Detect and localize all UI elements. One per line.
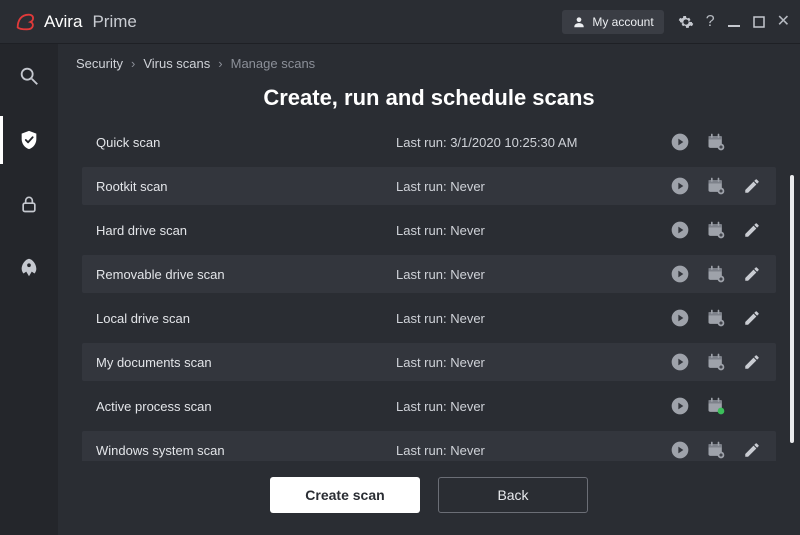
play-icon[interactable] [670,176,690,196]
scan-row[interactable]: Hard drive scanLast run: Never [82,211,776,249]
scan-actions [670,396,762,416]
scan-actions [670,220,762,240]
chevron-right-icon: › [218,56,222,71]
edit-icon[interactable] [742,352,762,372]
scan-row[interactable]: Removable drive scanLast run: Never [82,255,776,293]
calendar-add-icon[interactable] [706,308,726,328]
breadcrumb: Security › Virus scans › Manage scans [58,44,800,79]
scan-actions [670,264,762,284]
brand-name: Avira [44,12,82,32]
user-icon [572,15,586,29]
close-icon[interactable]: ✕ [777,14,790,30]
play-icon[interactable] [670,132,690,152]
calendar-add-icon[interactable] [706,220,726,240]
gear-icon[interactable] [678,14,694,30]
scan-actions [670,132,762,152]
scan-name: Local drive scan [96,311,396,326]
scan-actions [670,308,762,328]
maximize-icon[interactable] [753,16,765,28]
play-icon[interactable] [670,396,690,416]
scan-last-run: Last run: Never [396,267,670,282]
sidebar-item-security[interactable] [0,122,58,158]
scan-last-run: Last run: Never [396,399,670,414]
play-icon[interactable] [670,220,690,240]
scan-name: Windows system scan [96,443,396,458]
breadcrumb-virus-scans[interactable]: Virus scans [143,56,210,71]
scan-actions [670,176,762,196]
scan-name: Hard drive scan [96,223,396,238]
play-icon[interactable] [670,352,690,372]
scan-last-run: Last run: Never [396,179,670,194]
edit-icon[interactable] [742,264,762,284]
help-icon[interactable]: ? [706,14,715,30]
scan-name: Active process scan [96,399,396,414]
scan-name: My documents scan [96,355,396,370]
brand: Avira Prime [14,11,137,33]
scan-row[interactable]: My documents scanLast run: Never [82,343,776,381]
shield-check-icon [18,129,40,151]
chevron-right-icon: › [131,56,135,71]
calendar-active-icon[interactable] [706,396,726,416]
breadcrumb-security[interactable]: Security [76,56,123,71]
lock-icon [19,194,39,214]
window-controls: ? ✕ [678,14,790,30]
scan-last-run: Last run: 3/1/2020 10:25:30 AM [396,135,670,150]
edit-icon[interactable] [742,176,762,196]
scrollbar[interactable] [790,175,794,443]
titlebar[interactable]: Avira Prime My account ? ✕ [0,0,800,44]
sidebar-item-scan[interactable] [0,58,58,94]
scan-name: Rootkit scan [96,179,396,194]
edit-icon[interactable] [742,440,762,460]
my-account-button[interactable]: My account [562,10,663,34]
page-title: Create, run and schedule scans [58,85,800,111]
calendar-add-icon[interactable] [706,132,726,152]
scan-actions [670,440,762,460]
footer-actions: Create scan Back [58,461,800,535]
main-panel: Security › Virus scans › Manage scans Cr… [58,44,800,535]
scan-last-run: Last run: Never [396,311,670,326]
calendar-add-icon[interactable] [706,264,726,284]
back-button[interactable]: Back [438,477,588,513]
scan-name: Quick scan [96,135,396,150]
scan-row[interactable]: Local drive scanLast run: Never [82,299,776,337]
sidebar [0,44,58,535]
scan-row[interactable]: Rootkit scanLast run: Never [82,167,776,205]
rocket-icon [18,257,40,279]
minimize-icon[interactable] [727,15,741,29]
play-icon[interactable] [670,308,690,328]
scan-actions [670,352,762,372]
edit-icon[interactable] [742,308,762,328]
play-icon[interactable] [670,264,690,284]
scan-last-run: Last run: Never [396,443,670,458]
scan-name: Removable drive scan [96,267,396,282]
scan-row[interactable]: Windows system scanLast run: Never [82,431,776,461]
magnifier-icon [18,65,40,87]
brand-product: Prime [92,12,136,32]
scan-last-run: Last run: Never [396,355,670,370]
sidebar-item-performance[interactable] [0,250,58,286]
calendar-add-icon[interactable] [706,352,726,372]
calendar-add-icon[interactable] [706,176,726,196]
play-icon[interactable] [670,440,690,460]
breadcrumb-current: Manage scans [231,56,316,71]
edit-icon[interactable] [742,220,762,240]
scan-row[interactable]: Quick scanLast run: 3/1/2020 10:25:30 AM [82,123,776,161]
scan-list: Quick scanLast run: 3/1/2020 10:25:30 AM… [58,123,800,461]
scan-row[interactable]: Active process scanLast run: Never [82,387,776,425]
scan-last-run: Last run: Never [396,223,670,238]
sidebar-item-privacy[interactable] [0,186,58,222]
avira-logo-icon [14,11,36,33]
create-scan-button[interactable]: Create scan [270,477,420,513]
my-account-label: My account [592,15,653,29]
calendar-add-icon[interactable] [706,440,726,460]
